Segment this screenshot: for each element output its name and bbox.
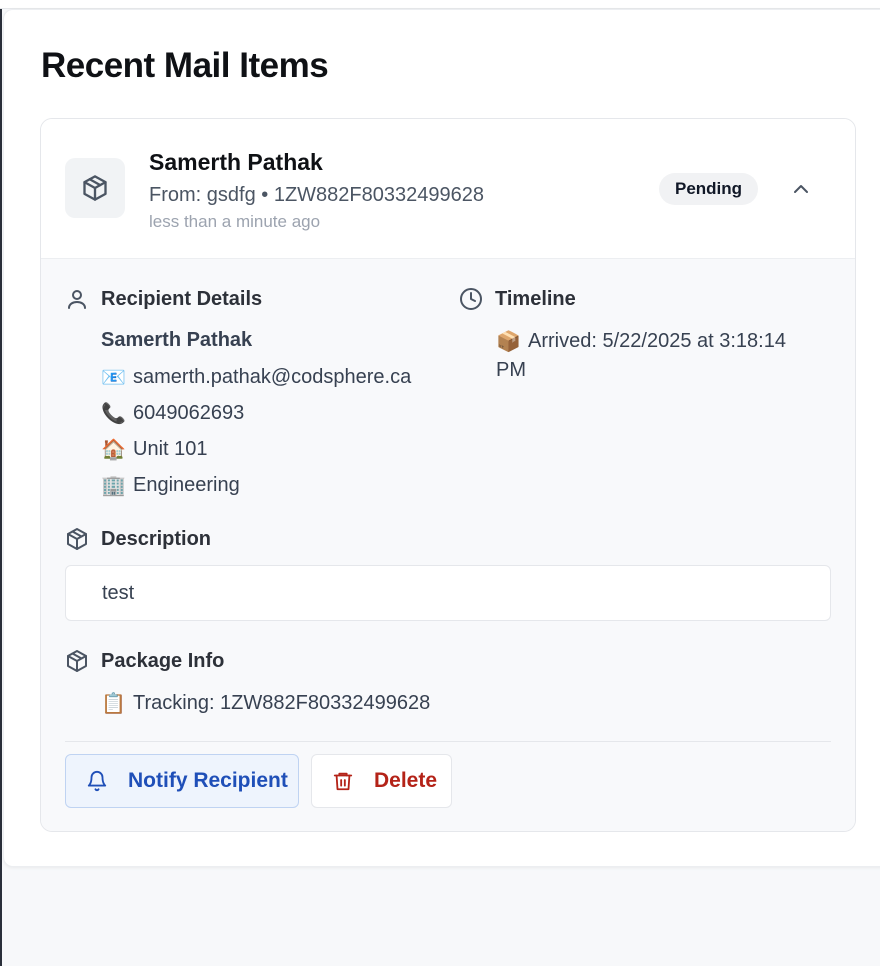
mail-item-header[interactable]: Samerth Pathak From: gsdfg • 1ZW882F8033… (41, 119, 855, 258)
house-icon: 🏠 (101, 439, 126, 461)
recipient-details-heading: Recipient Details (65, 287, 262, 311)
phone-icon: 📞 (101, 403, 126, 425)
recipient-detail-name: Samerth Pathak (101, 329, 253, 351)
package-info-label: Package Info (101, 649, 225, 672)
unit-value: Unit 101 (133, 438, 208, 460)
notify-recipient-label: Notify Recipient (128, 769, 288, 792)
notify-recipient-button[interactable]: Notify Recipient (65, 754, 299, 808)
recipient-department: 🏢 Engineering (101, 473, 240, 498)
delete-label: Delete (374, 769, 438, 792)
phone-value: 6049062693 (133, 402, 245, 424)
recipient-unit: 🏠 Unit 101 (101, 437, 208, 462)
top-bar (0, 0, 880, 9)
description-box: test (65, 565, 831, 621)
department-value: Engineering (133, 474, 240, 496)
package-emoji-icon: 📦 (496, 331, 521, 353)
window-edge (0, 0, 2, 966)
relative-timestamp: less than a minute ago (149, 212, 321, 231)
email-icon: 📧 (101, 367, 126, 389)
tracking-value: Tracking: 1ZW882F80332499628 (133, 692, 431, 714)
mail-item-card: Samerth Pathak From: gsdfg • 1ZW882F8033… (40, 118, 856, 832)
mail-item-details: Recipient Details Samerth Pathak 📧 samer… (41, 258, 855, 831)
package-icon (65, 158, 125, 218)
clock-icon (460, 288, 482, 310)
actions-divider (65, 741, 831, 742)
arrived-value: Arrived: 5/22/2025 at 3:18:14 (528, 330, 786, 352)
trash-icon (333, 772, 353, 791)
sender-tracking-line: From: gsdfg • 1ZW882F80332499628 (149, 184, 484, 206)
chevron-up-icon[interactable] (789, 177, 813, 201)
clipboard-icon: 📋 (101, 693, 126, 715)
user-icon (68, 290, 86, 309)
timeline-heading: Timeline (459, 287, 576, 311)
box-icon (67, 528, 87, 550)
recipient-email: 📧 samerth.pathak@codsphere.ca (101, 365, 411, 390)
timeline-label: Timeline (495, 287, 576, 310)
description-heading: Description (65, 527, 211, 551)
status-badge: Pending (659, 173, 759, 205)
recipient-name: Samerth Pathak (149, 149, 323, 175)
description-label: Description (101, 527, 212, 550)
mail-panel: Recent Mail Items Samerth Pathak From: g… (3, 9, 880, 867)
recipient-details-label: Recipient Details (101, 287, 263, 310)
recipient-phone: 📞 6049062693 (101, 401, 244, 426)
arrived-value-continued: PM (496, 359, 526, 381)
email-value: samerth.pathak@codsphere.ca (133, 366, 412, 388)
box-icon (67, 650, 87, 672)
tracking-line: 📋 Tracking: 1ZW882F80332499628 (101, 691, 430, 716)
bell-icon (87, 771, 107, 792)
page-title: Recent Mail Items (41, 46, 329, 85)
office-building-icon: 🏢 (101, 475, 126, 497)
delete-button[interactable]: Delete (311, 754, 452, 808)
arrived-line: 📦 Arrived: 5/22/2025 at 3:18:14 (496, 329, 786, 354)
package-info-heading: Package Info (65, 649, 224, 673)
